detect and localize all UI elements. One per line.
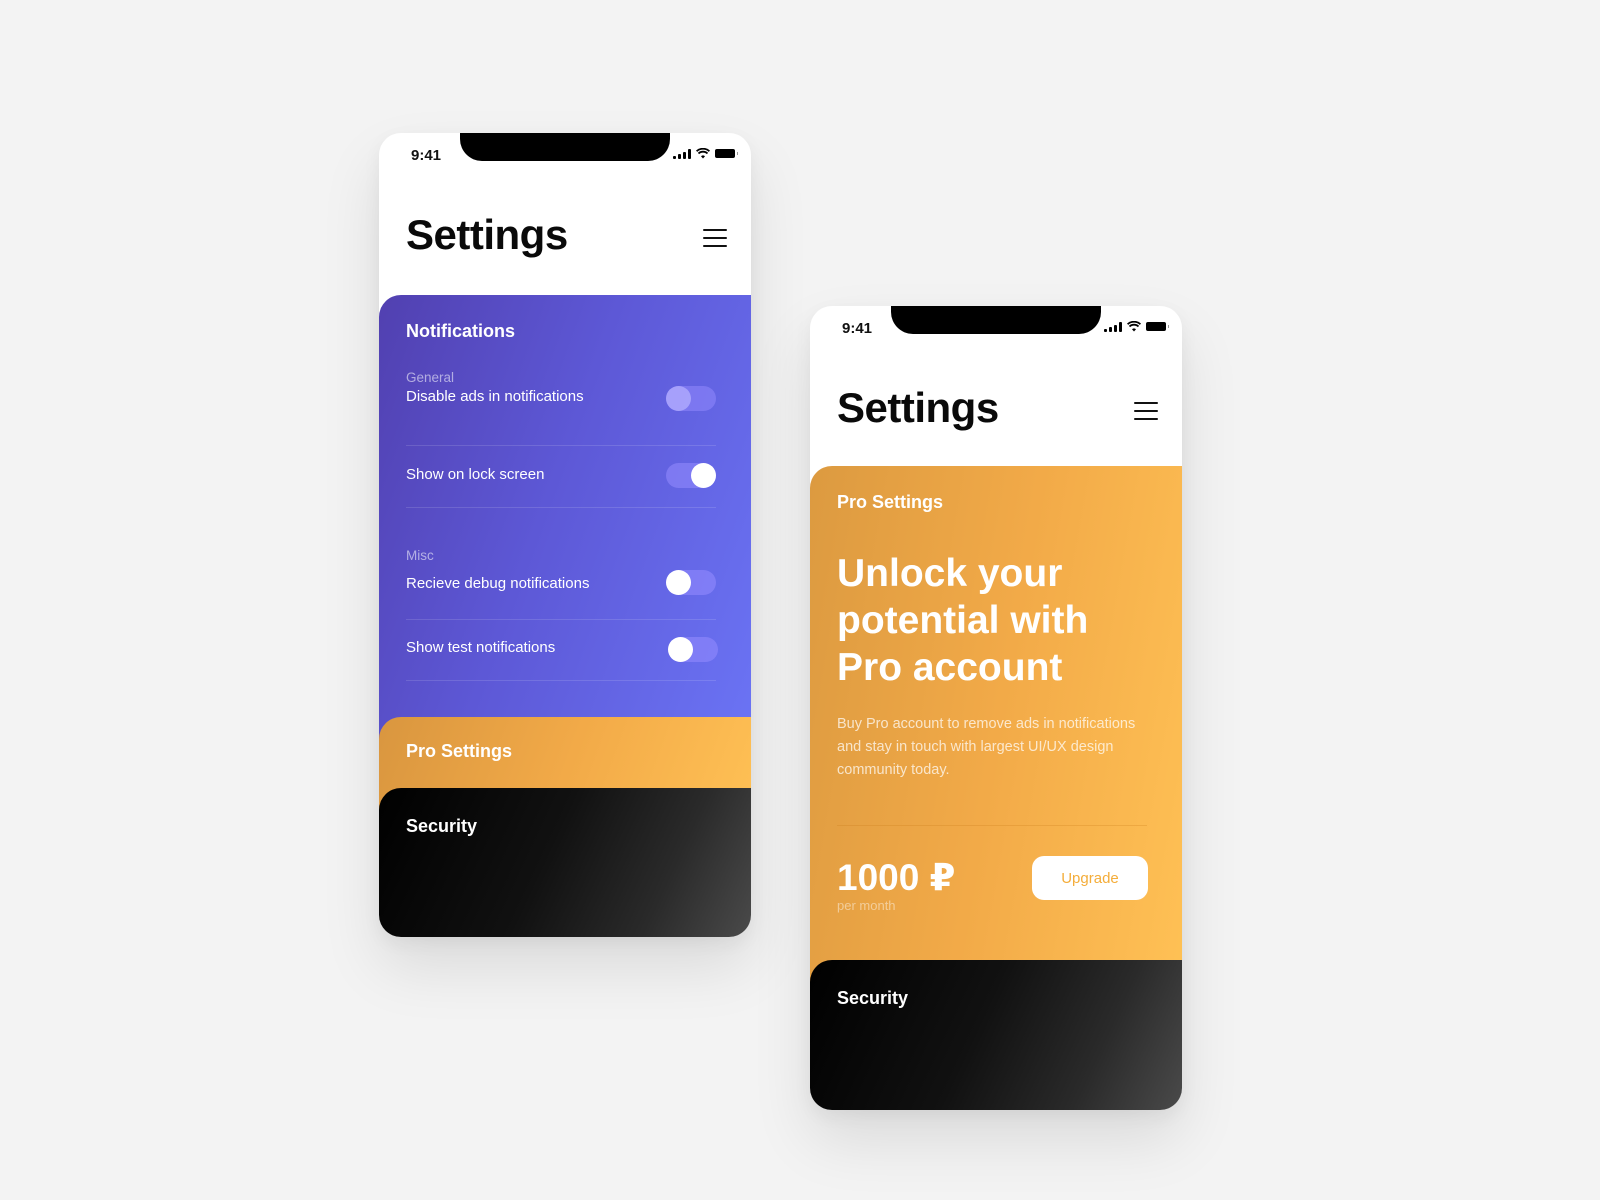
pro-headline: Unlock your potential with Pro account — [837, 552, 1089, 689]
wifi-icon — [1127, 321, 1141, 332]
wifi-icon — [696, 148, 710, 159]
divider — [837, 825, 1147, 826]
security-title: Security — [406, 816, 478, 836]
pro-settings-card: Pro Settings Unlock your potential with … — [810, 466, 1182, 1006]
pro-settings-title: Pro Settings — [837, 492, 944, 512]
setting-row-test: Show test notifications — [406, 620, 718, 681]
toggle-test[interactable] — [668, 637, 718, 662]
security-title: Security — [837, 988, 909, 1008]
menu-icon[interactable] — [1134, 402, 1158, 420]
price-period: per month — [837, 898, 896, 913]
toggle-disable-ads[interactable] — [666, 386, 716, 411]
battery-icon — [1146, 322, 1169, 331]
page-title: Settings — [837, 384, 999, 431]
setting-row-debug: Recieve debug notifications — [406, 559, 716, 620]
upgrade-button[interactable]: Upgrade — [1032, 856, 1148, 900]
setting-label: Show test notifications — [406, 639, 556, 656]
signal-icon — [1104, 321, 1122, 332]
notifications-card: Notifications General Disable ads in not… — [379, 295, 751, 755]
pro-description: Buy Pro account to remove ads in notific… — [837, 716, 1136, 778]
phone-settings-pro: 9:41 Settings Pro Settings Unlock your p… — [810, 306, 1182, 1110]
status-icons — [673, 148, 738, 159]
security-card[interactable]: Security — [810, 960, 1182, 1110]
price: 1000 ₽ — [837, 857, 956, 898]
setting-row-lock-screen: Show on lock screen — [406, 445, 716, 508]
setting-row-disable-ads: Disable ads in notifications — [406, 383, 716, 446]
status-time: 9:41 — [411, 147, 442, 164]
setting-label: Recieve debug notifications — [406, 575, 590, 592]
toggle-knob — [666, 386, 691, 411]
setting-label: Disable ads in notifications — [406, 388, 584, 405]
toggle-knob — [691, 463, 716, 488]
battery-icon — [715, 149, 738, 158]
security-card[interactable]: Security — [379, 788, 751, 937]
page-title: Settings — [406, 211, 568, 258]
notifications-title: Notifications — [406, 321, 516, 341]
notch — [460, 133, 670, 161]
toggle-knob — [668, 637, 693, 662]
notch — [891, 306, 1101, 334]
pro-settings-title: Pro Settings — [406, 741, 513, 761]
toggle-knob — [666, 570, 691, 595]
menu-icon[interactable] — [703, 229, 727, 247]
toggle-lock-screen[interactable] — [666, 463, 716, 488]
status-time: 9:41 — [842, 320, 873, 337]
phone-settings-notifications: 9:41 Settings Notifications General Disa… — [379, 133, 751, 937]
setting-label: Show on lock screen — [406, 466, 545, 483]
status-icons — [1104, 321, 1169, 332]
toggle-debug[interactable] — [666, 570, 716, 595]
signal-icon — [673, 148, 691, 159]
